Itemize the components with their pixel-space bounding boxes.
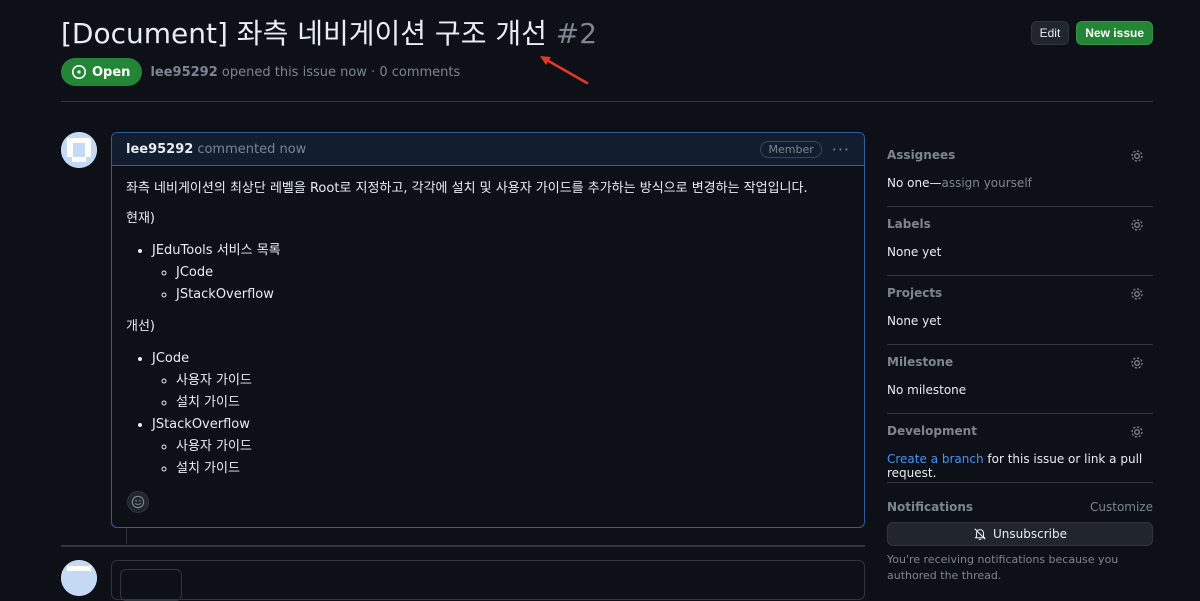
list-item-label: JEduTools 서비스 목록 bbox=[152, 243, 281, 258]
edit-button[interactable]: Edit bbox=[1030, 21, 1070, 45]
sidebar-title: Projects bbox=[887, 286, 943, 300]
header-divider bbox=[61, 101, 1153, 102]
identicon-icon bbox=[61, 560, 97, 596]
list-item-label: JStackOverflow bbox=[152, 417, 250, 432]
sidebar-value: None yet bbox=[887, 314, 942, 328]
gear-icon[interactable] bbox=[1129, 217, 1145, 233]
avatar[interactable] bbox=[61, 132, 97, 168]
issue-author-link[interactable]: lee95292 bbox=[150, 65, 217, 80]
customize-link[interactable]: Customize bbox=[1090, 500, 1153, 514]
comment-time[interactable]: commented now bbox=[197, 142, 306, 157]
issue-meta-text: opened this issue now · 0 comments bbox=[221, 64, 461, 80]
sidebar-projects: Projects None yet bbox=[887, 276, 1153, 345]
issue-opened-icon bbox=[72, 65, 86, 79]
list-item: JStackOverflow 사용자 가이드 설치 가이드 bbox=[152, 414, 850, 480]
sidebar-value: None yet bbox=[887, 245, 942, 259]
sidebar-title: Labels bbox=[887, 217, 931, 231]
comment-body: 좌측 네비게이션의 최상단 레벨을 Root로 지정하고, 각각에 설치 및 사… bbox=[112, 166, 864, 480]
gear-icon[interactable] bbox=[1129, 148, 1145, 164]
assignees-value: No one— bbox=[887, 176, 942, 190]
comment-intro: 좌측 네비게이션의 최상단 레벨을 Root로 지정하고, 각각에 설치 및 사… bbox=[126, 181, 808, 196]
issue-meta: lee95292 opened this issue now · 0 comme… bbox=[150, 65, 460, 80]
issue-comment: lee95292 commented now Member ··· 좌측 네비게… bbox=[111, 132, 865, 528]
sidebar-labels: Labels None yet bbox=[887, 207, 1153, 276]
current-heading: 현재) bbox=[126, 211, 155, 226]
gear-icon[interactable] bbox=[1129, 286, 1145, 302]
annotation-arrow-icon bbox=[540, 56, 589, 85]
add-reaction-button[interactable] bbox=[127, 491, 149, 513]
assign-yourself-link[interactable]: assign yourself bbox=[941, 176, 1031, 190]
comment-author[interactable]: lee95292 bbox=[126, 142, 193, 157]
create-branch-link[interactable]: Create a branch bbox=[887, 452, 984, 466]
bell-slash-icon bbox=[974, 528, 986, 540]
gear-icon[interactable] bbox=[1129, 424, 1145, 440]
write-tab[interactable] bbox=[120, 569, 182, 601]
sidebar-value: Create a branch for this issue or link a… bbox=[887, 452, 1153, 480]
avatar[interactable] bbox=[61, 560, 97, 596]
issue-state-row: Open lee95292 opened this issue now · 0 … bbox=[61, 58, 460, 86]
identicon-icon bbox=[61, 132, 97, 168]
sidebar-assignees: Assignees No one—assign yourself bbox=[887, 138, 1153, 207]
comment-header: lee95292 commented now Member ··· bbox=[112, 133, 864, 166]
list-item: 사용자 가이드 bbox=[176, 370, 850, 392]
list-item: 설치 가이드 bbox=[176, 392, 850, 414]
current-list: JEduTools 서비스 목록 JCode JStackOverflow bbox=[126, 240, 850, 306]
kebab-horizontal-icon[interactable]: ··· bbox=[832, 140, 850, 159]
list-item-label: JCode bbox=[152, 351, 190, 366]
sidebar-value: No one—assign yourself bbox=[887, 176, 1153, 190]
list-item: 설치 가이드 bbox=[176, 458, 850, 480]
sidebar-title: Milestone bbox=[887, 355, 954, 369]
issue-title-text: [Document] 좌측 네비게이션 구조 개선 bbox=[61, 17, 547, 50]
issue-title: [Document] 좌측 네비게이션 구조 개선 #2 bbox=[61, 14, 597, 54]
notification-note: You're receiving notifications because y… bbox=[887, 553, 1119, 582]
sidebar-milestone: Milestone No milestone bbox=[887, 345, 1153, 414]
state-label: Open bbox=[92, 64, 131, 80]
smiley-icon bbox=[131, 495, 145, 509]
list-item: JCode 사용자 가이드 설치 가이드 bbox=[152, 348, 850, 414]
sidebar-title: Assignees bbox=[887, 148, 956, 162]
unsubscribe-button[interactable]: Unsubscribe bbox=[887, 522, 1153, 546]
header-actions: Edit New issue bbox=[1030, 21, 1153, 45]
new-issue-button[interactable]: New issue bbox=[1076, 21, 1153, 45]
sidebar-value: No milestone bbox=[887, 383, 967, 397]
list-item: JStackOverflow bbox=[176, 284, 850, 306]
list-item: JEduTools 서비스 목록 JCode JStackOverflow bbox=[152, 240, 850, 306]
member-badge: Member bbox=[760, 140, 822, 158]
state-badge: Open bbox=[61, 58, 143, 86]
sidebar-notifications: Notifications Customize Unsubscribe You'… bbox=[887, 483, 1153, 584]
list-item: 사용자 가이드 bbox=[176, 436, 850, 458]
improved-heading: 개선) bbox=[126, 319, 155, 334]
issue-number: #2 bbox=[555, 17, 598, 50]
gear-icon[interactable] bbox=[1129, 355, 1145, 371]
new-comment-box[interactable] bbox=[111, 560, 865, 601]
timeline-divider bbox=[61, 545, 865, 547]
list-item: JCode bbox=[176, 262, 850, 284]
improved-list: JCode 사용자 가이드 설치 가이드 JStackOverflow 사용자 … bbox=[126, 348, 850, 480]
issue-sidebar: Assignees No one—assign yourself Labels … bbox=[887, 138, 1153, 584]
sidebar-title: Development bbox=[887, 424, 977, 438]
sidebar-development: Development Create a branch for this iss… bbox=[887, 414, 1153, 483]
unsubscribe-label: Unsubscribe bbox=[993, 527, 1067, 541]
timeline-line bbox=[126, 528, 127, 544]
